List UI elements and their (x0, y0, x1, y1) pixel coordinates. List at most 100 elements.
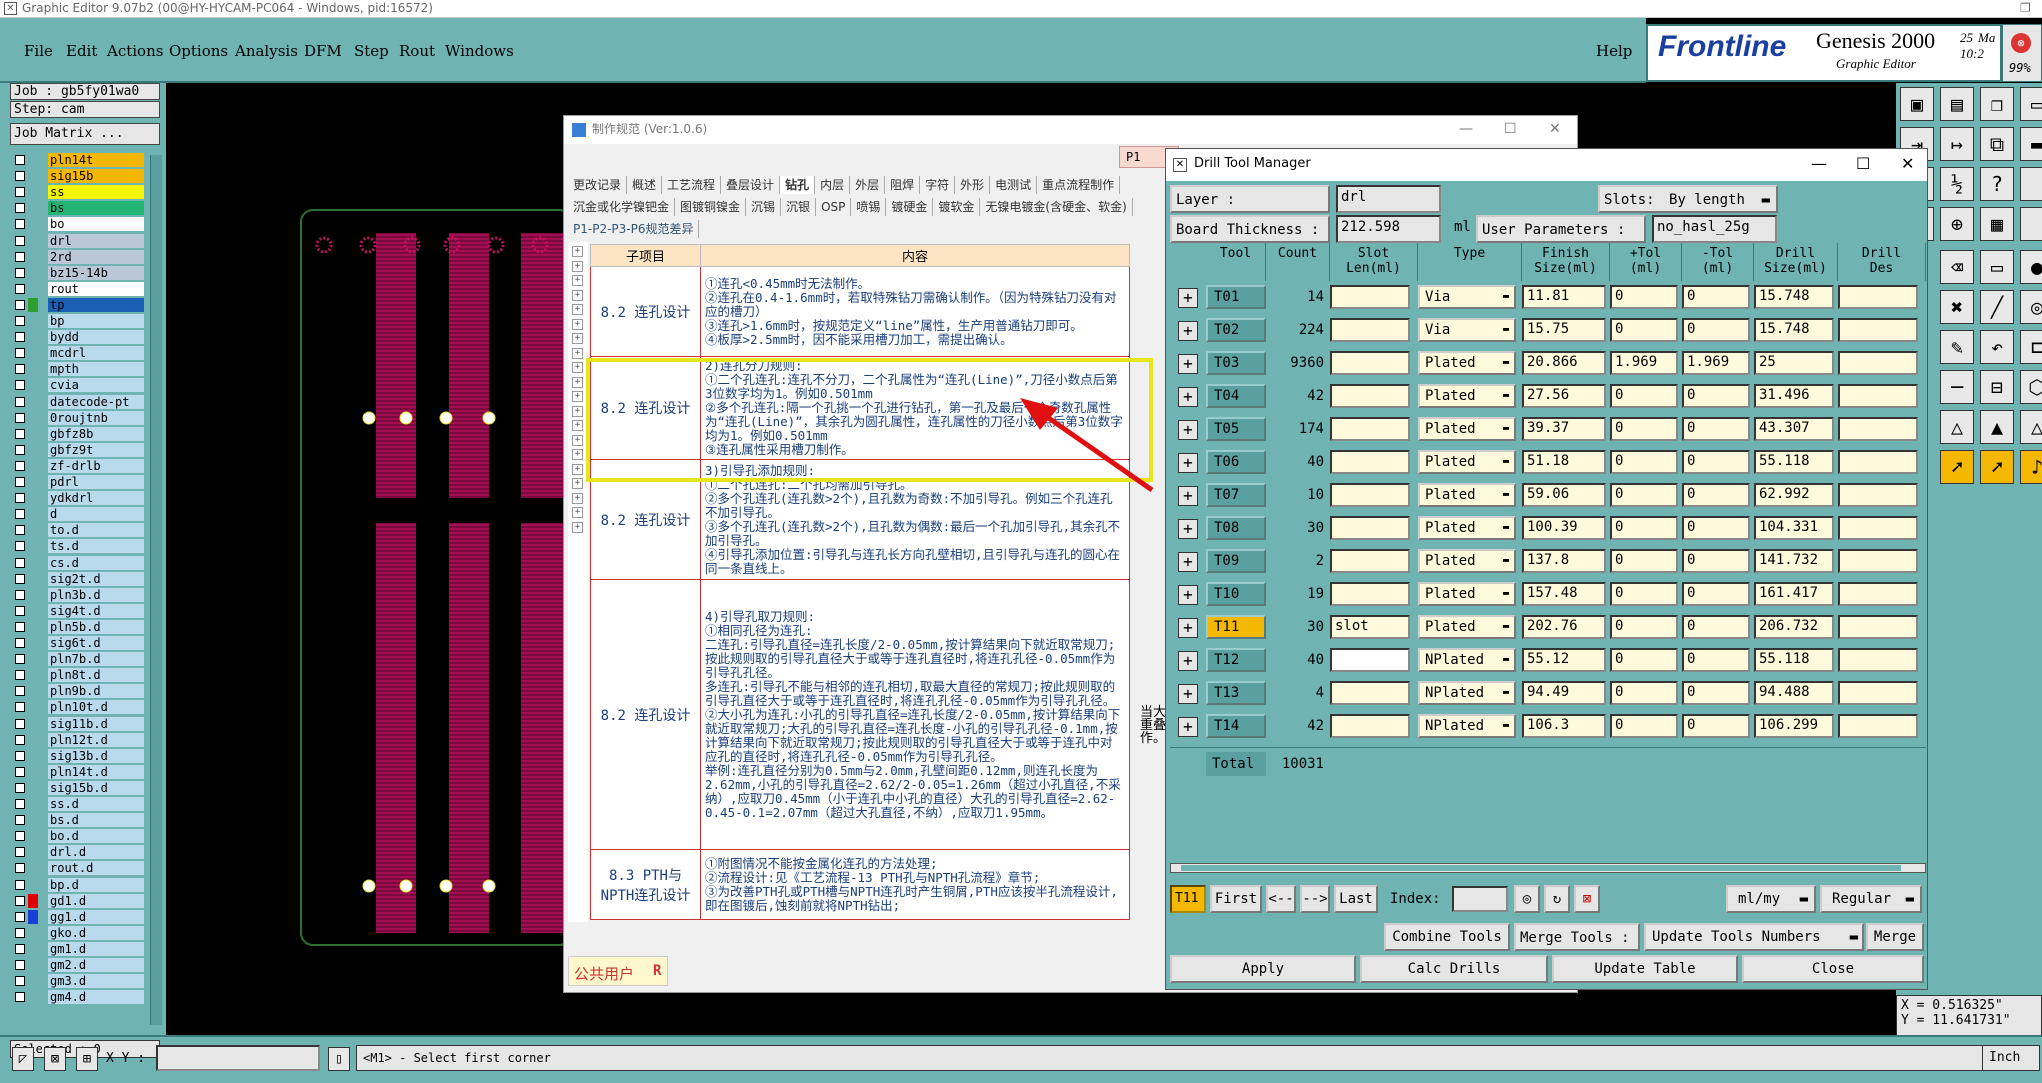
layer-checkbox[interactable] (15, 992, 25, 1003)
minus-tol-field[interactable]: 0 (1682, 516, 1750, 540)
expand-tool-icon[interactable]: + (1178, 453, 1198, 473)
menu-rout[interactable]: Rout (399, 42, 435, 60)
maximize-icon[interactable]: ☐ (1504, 116, 1517, 142)
tool-row[interactable]: + T02 224 Via ▬ 15.75 0 0 15.748 (1170, 314, 1926, 347)
spec-subtab[interactable]: 沉银 (781, 198, 817, 216)
layer-row[interactable]: gm1.d (12, 941, 144, 957)
layer-checkbox[interactable] (15, 493, 25, 504)
minus-tol-field[interactable]: 0 (1682, 285, 1750, 309)
index-field[interactable] (1452, 886, 1508, 912)
tool-id[interactable]: T04 (1206, 384, 1266, 408)
drill-des-field[interactable] (1838, 384, 1918, 408)
plus-tol-field[interactable]: 0 (1610, 417, 1678, 441)
drill-des-field[interactable] (1838, 285, 1918, 309)
layer-row[interactable]: pln14t (12, 153, 144, 168)
layer-checkbox[interactable] (15, 155, 25, 165)
layer-checkbox[interactable] (15, 847, 25, 858)
layer-checkbox[interactable] (15, 670, 25, 681)
drill-size-field[interactable]: 106.299 (1754, 714, 1834, 738)
expand-icon[interactable]: + (572, 246, 583, 257)
finish-size-field[interactable]: 202.76 (1522, 615, 1606, 639)
minus-tol-field[interactable]: 1.969 (1682, 351, 1750, 375)
drill-size-field[interactable]: 31.496 (1754, 384, 1834, 408)
drill-size-field[interactable]: 15.748 (1754, 318, 1834, 342)
layer-checkbox[interactable] (15, 638, 25, 648)
layer-row[interactable]: gg1.d (12, 909, 144, 925)
layer-row[interactable]: bs.d (12, 813, 144, 828)
expand-tool-icon[interactable]: + (1178, 585, 1198, 605)
layer-row[interactable]: gko.d (12, 925, 144, 941)
menu-actions[interactable]: Actions (107, 42, 163, 60)
spec-subtab[interactable]: 镀硬金 (886, 198, 934, 216)
layer-checkbox[interactable] (15, 396, 25, 407)
type-selector[interactable]: Plated ▬ (1418, 483, 1516, 507)
save-icon[interactable]: ▣ (1900, 87, 1934, 121)
snap-icon[interactable]: ⊕ (1940, 207, 1974, 241)
tool-row[interactable]: + T05 174 Plated ▬ 39.37 0 0 43.307 (1170, 413, 1926, 446)
drill-des-field[interactable] (1838, 450, 1918, 474)
menu-file[interactable]: File (24, 42, 53, 60)
slot-length-field[interactable]: slot (1330, 615, 1410, 639)
tool-row[interactable]: + T13 4 NPlated ▬ 94.49 0 0 94.488 (1170, 677, 1926, 710)
grid2-icon[interactable]: ▦ (1980, 207, 2014, 241)
tool-id[interactable]: T05 (1206, 417, 1266, 441)
layer-row[interactable]: tp (12, 297, 144, 313)
screen-icon[interactable]: ▭ (2020, 87, 2042, 121)
plus-tol-field[interactable]: 0 (1610, 384, 1678, 408)
layer-row[interactable]: mcdrl (12, 346, 144, 361)
minimize-icon[interactable]: — (1459, 116, 1473, 142)
type-selector[interactable]: Via ▬ (1418, 285, 1516, 309)
drill-des-field[interactable] (1838, 318, 1918, 342)
layer-row[interactable]: pln8t.d (12, 668, 144, 683)
tool-id[interactable]: T06 (1206, 450, 1266, 474)
layer-checkbox[interactable] (15, 444, 25, 455)
layer-row[interactable]: sig2t.d (12, 571, 144, 587)
select-tool-icon[interactable]: ◸ (12, 1047, 34, 1071)
plus-tol-field[interactable]: 0 (1610, 582, 1678, 606)
layer-row[interactable]: gm4.d (12, 990, 144, 1005)
triangle-icon[interactable]: △ (1940, 410, 1974, 444)
eraser-icon[interactable]: ⌫ (1940, 250, 1974, 284)
apply-button[interactable]: Apply (1170, 955, 1356, 983)
next-button[interactable]: --> (1300, 885, 1330, 913)
drill-des-field[interactable] (1838, 582, 1918, 606)
expand-icon[interactable]: + (572, 463, 583, 475)
box-icon[interactable]: ⊟ (1980, 370, 2014, 404)
update-table-button[interactable]: Update Table (1552, 955, 1738, 983)
expand-tool-icon[interactable]: + (1178, 618, 1198, 638)
finish-size-field[interactable]: 39.37 (1522, 417, 1606, 441)
layer-checkbox[interactable] (15, 380, 25, 391)
merge-mode-selector[interactable]: Update Tools Numbers ▬ (1644, 923, 1864, 951)
spec-tab[interactable]: 内层 (815, 176, 851, 194)
expand-tool-icon[interactable]: + (1178, 486, 1198, 506)
drill-size-field[interactable]: 55.118 (1754, 648, 1834, 672)
layer-checkbox[interactable] (15, 299, 25, 310)
tool-row[interactable]: + T08 30 Plated ▬ 100.39 0 0 104.331 (1170, 512, 1926, 545)
print-icon[interactable]: ▤ (1940, 87, 1974, 121)
drill-size-field[interactable]: 94.488 (1754, 681, 1834, 705)
layer-row[interactable]: mpth (12, 362, 144, 377)
search-icon[interactable]: ◎ (1514, 885, 1540, 913)
grid-tool-icon[interactable]: ⊞ (76, 1047, 98, 1071)
spec-tab[interactable]: 工艺流程 (662, 176, 722, 194)
tool-row[interactable]: + T14 42 NPlated ▬ 106.3 0 0 106.299 (1170, 710, 1926, 743)
expand-icon[interactable]: + (572, 318, 583, 330)
plus-tol-field[interactable]: 0 (1610, 516, 1678, 540)
dtm-close-icon[interactable]: ✕ (1901, 149, 1914, 179)
layer-row[interactable]: ts.d (12, 539, 144, 554)
finish-size-field[interactable]: 100.39 (1522, 516, 1606, 540)
cross-icon[interactable]: ✖ (1940, 290, 1974, 324)
layers-icon[interactable]: ⧉ (1980, 127, 2014, 161)
triangle3-icon[interactable]: △ (2020, 410, 2042, 444)
tool-row[interactable]: + T11 30 slot Plated ▬ 202.76 0 0 206.732 (1170, 611, 1926, 644)
layer-row[interactable]: gbfz9t (12, 442, 144, 458)
plus-tol-field[interactable]: 0 (1610, 318, 1678, 342)
layer-row[interactable]: bs (12, 201, 144, 216)
tool-id[interactable]: T13 (1206, 681, 1266, 705)
layer-row[interactable]: bp.d (12, 877, 144, 893)
menu-options[interactable]: Options (169, 42, 228, 60)
tool-id[interactable]: T01 (1206, 285, 1266, 309)
slots-selector[interactable]: Slots: By length ▬ (1598, 185, 1778, 213)
layer-checkbox[interactable] (15, 573, 25, 584)
expand-icon[interactable]: + (572, 492, 583, 504)
